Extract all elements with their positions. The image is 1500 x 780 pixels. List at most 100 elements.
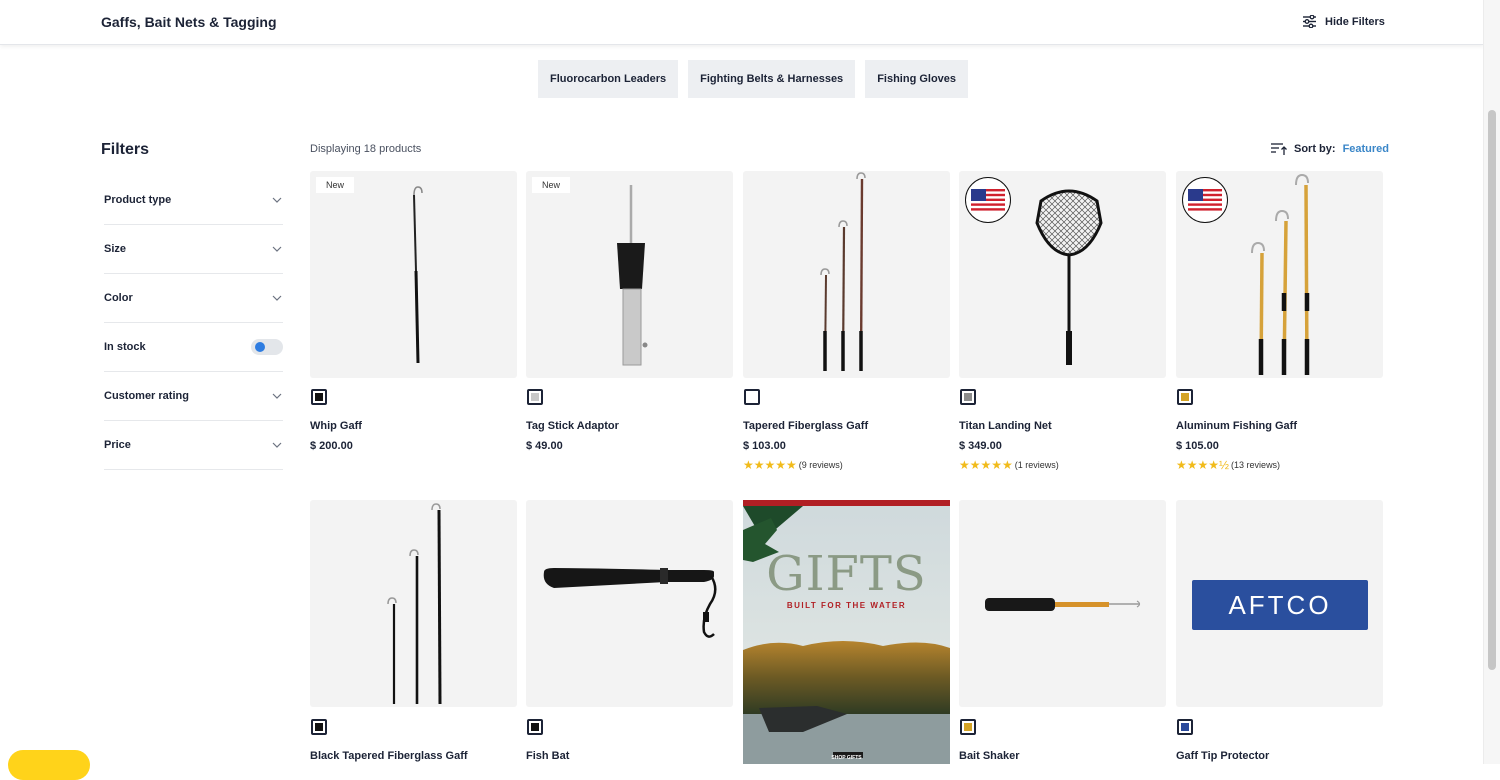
promo-subline: BUILT FOR THE WATER <box>786 601 907 610</box>
color-swatch[interactable] <box>311 719 327 735</box>
chip-fighting-belts[interactable]: Fighting Belts & Harnesses <box>688 60 856 98</box>
filter-size[interactable]: Size <box>104 225 283 274</box>
review-count: (13 reviews) <box>1231 460 1281 470</box>
in-stock-toggle[interactable] <box>251 339 283 355</box>
product-card[interactable]: AFTCO <box>1176 500 1383 707</box>
product-price: $ 103.00 <box>743 440 786 452</box>
product-card[interactable] <box>959 500 1166 707</box>
scrollbar-thumb[interactable] <box>1488 110 1496 670</box>
product-price: $ 105.00 <box>1176 440 1219 452</box>
product-card[interactable]: New <box>526 171 733 378</box>
product-image[interactable] <box>959 171 1166 378</box>
top-bar: Gaffs, Bait Nets & Tagging Hide Filters <box>0 0 1484 45</box>
filter-label: Color <box>104 292 133 304</box>
swatch-fill <box>1181 723 1189 731</box>
new-badge: New <box>316 177 355 193</box>
color-swatch[interactable] <box>960 389 976 405</box>
color-swatch[interactable] <box>527 719 543 735</box>
product-name[interactable]: Aluminum Fishing Gaff <box>1176 420 1297 432</box>
promo-headline: GIFTS <box>766 546 927 602</box>
product-image[interactable]: New <box>310 171 517 378</box>
product-image[interactable] <box>1176 171 1383 378</box>
product-card[interactable] <box>526 500 733 707</box>
filters-heading: Filters <box>101 141 150 158</box>
page-scrollbar[interactable] <box>1483 0 1500 764</box>
tag-stick-adaptor-image <box>617 185 648 366</box>
sort-value: Featured <box>1342 143 1390 155</box>
usa-flag-icon <box>971 189 1005 211</box>
product-rating[interactable]: ★★★★½ (13 reviews) <box>1176 458 1280 472</box>
whip-gaff-image <box>413 186 423 364</box>
chevron-down-icon <box>272 246 282 252</box>
swatch-fill <box>315 723 323 731</box>
chip-fishing-gloves[interactable]: Fishing Gloves <box>865 60 969 98</box>
swatch-fill <box>315 393 323 401</box>
product-name[interactable]: Fish Bat <box>526 750 569 762</box>
filter-label: Customer rating <box>104 390 189 402</box>
product-image[interactable] <box>526 500 733 707</box>
color-swatch[interactable] <box>527 389 543 405</box>
product-name[interactable]: Tag Stick Adaptor <box>526 420 619 432</box>
sort-label: Sort by: <box>1294 143 1336 155</box>
product-image[interactable] <box>310 500 517 707</box>
product-name[interactable]: Gaff Tip Protector <box>1176 750 1269 762</box>
filter-price[interactable]: Price <box>104 421 283 470</box>
filter-label: Price <box>104 439 131 451</box>
product-image[interactable] <box>959 500 1166 707</box>
promo-cta[interactable]: SHOP GIFTS <box>743 755 950 761</box>
filter-color[interactable]: Color <box>104 274 283 323</box>
product-card[interactable] <box>959 171 1166 378</box>
bait-shaker-image <box>985 598 1141 611</box>
color-swatch[interactable] <box>311 389 327 405</box>
product-rating[interactable]: ★★★★★ (1 reviews) <box>959 458 1059 472</box>
filter-in-stock: In stock <box>104 323 283 372</box>
color-swatch[interactable] <box>1177 719 1193 735</box>
usa-flag-badge <box>1182 177 1228 223</box>
product-name[interactable]: Whip Gaff <box>310 420 362 432</box>
product-price: $ 349.00 <box>959 440 1002 452</box>
product-image[interactable]: AFTCO <box>1176 500 1383 707</box>
new-badge: New <box>532 177 571 193</box>
chat-button[interactable] <box>8 750 90 780</box>
product-name[interactable]: Black Tapered Fiberglass Gaff <box>310 750 468 762</box>
product-name[interactable]: Titan Landing Net <box>959 420 1052 432</box>
chip-fluorocarbon-leaders[interactable]: Fluorocarbon Leaders <box>538 60 679 98</box>
product-name[interactable]: Bait Shaker <box>959 750 1020 762</box>
gifts-promo-banner[interactable]: GIFTS BUILT FOR THE WATER SHOP GIFTS <box>743 500 950 764</box>
tapered-fiberglass-gaff-image <box>820 172 866 372</box>
aftco-logo: AFTCO <box>1228 590 1332 620</box>
product-card[interactable] <box>310 500 517 707</box>
swatch-fill <box>964 393 972 401</box>
product-name[interactable]: Tapered Fiberglass Gaff <box>743 420 868 432</box>
product-price: $ 49.00 <box>526 440 563 452</box>
category-chips: Fluorocarbon Leaders Fighting Belts & Ha… <box>538 60 969 98</box>
sort-control[interactable]: Sort by: Featured <box>1270 142 1389 156</box>
review-count: (9 reviews) <box>798 460 843 470</box>
filter-label: In stock <box>104 341 146 353</box>
filter-list: Product type Size Color In stock Custome… <box>104 176 283 470</box>
product-image[interactable] <box>743 171 950 378</box>
filter-label: Size <box>104 243 127 255</box>
color-swatch[interactable] <box>1177 389 1193 405</box>
color-swatch[interactable] <box>960 719 976 735</box>
hide-filters-button[interactable]: Hide Filters <box>1302 15 1385 28</box>
swatch-fill <box>1181 393 1189 401</box>
product-image[interactable]: New <box>526 171 733 378</box>
star-rating-icon: ★★★★★ <box>959 458 1013 472</box>
swatch-fill <box>531 393 539 401</box>
chevron-down-icon <box>272 442 282 448</box>
hide-filters-label: Hide Filters <box>1325 15 1385 28</box>
sort-icon <box>1271 143 1287 155</box>
star-rating-icon: ★★★★★ <box>743 458 797 472</box>
product-rating[interactable]: ★★★★★ (9 reviews) <box>743 458 843 472</box>
star-rating-icon: ★★★★½ <box>1176 458 1230 472</box>
toggle-knob <box>255 342 265 352</box>
swatch-fill <box>748 393 756 401</box>
filter-product-type[interactable]: Product type <box>104 176 283 225</box>
product-card[interactable]: New <box>310 171 517 378</box>
color-swatch[interactable] <box>744 389 760 405</box>
product-card[interactable] <box>1176 171 1383 378</box>
page-title: Gaffs, Bait Nets & Tagging <box>101 14 277 30</box>
product-card[interactable] <box>743 171 950 378</box>
filter-customer-rating[interactable]: Customer rating <box>104 372 283 421</box>
